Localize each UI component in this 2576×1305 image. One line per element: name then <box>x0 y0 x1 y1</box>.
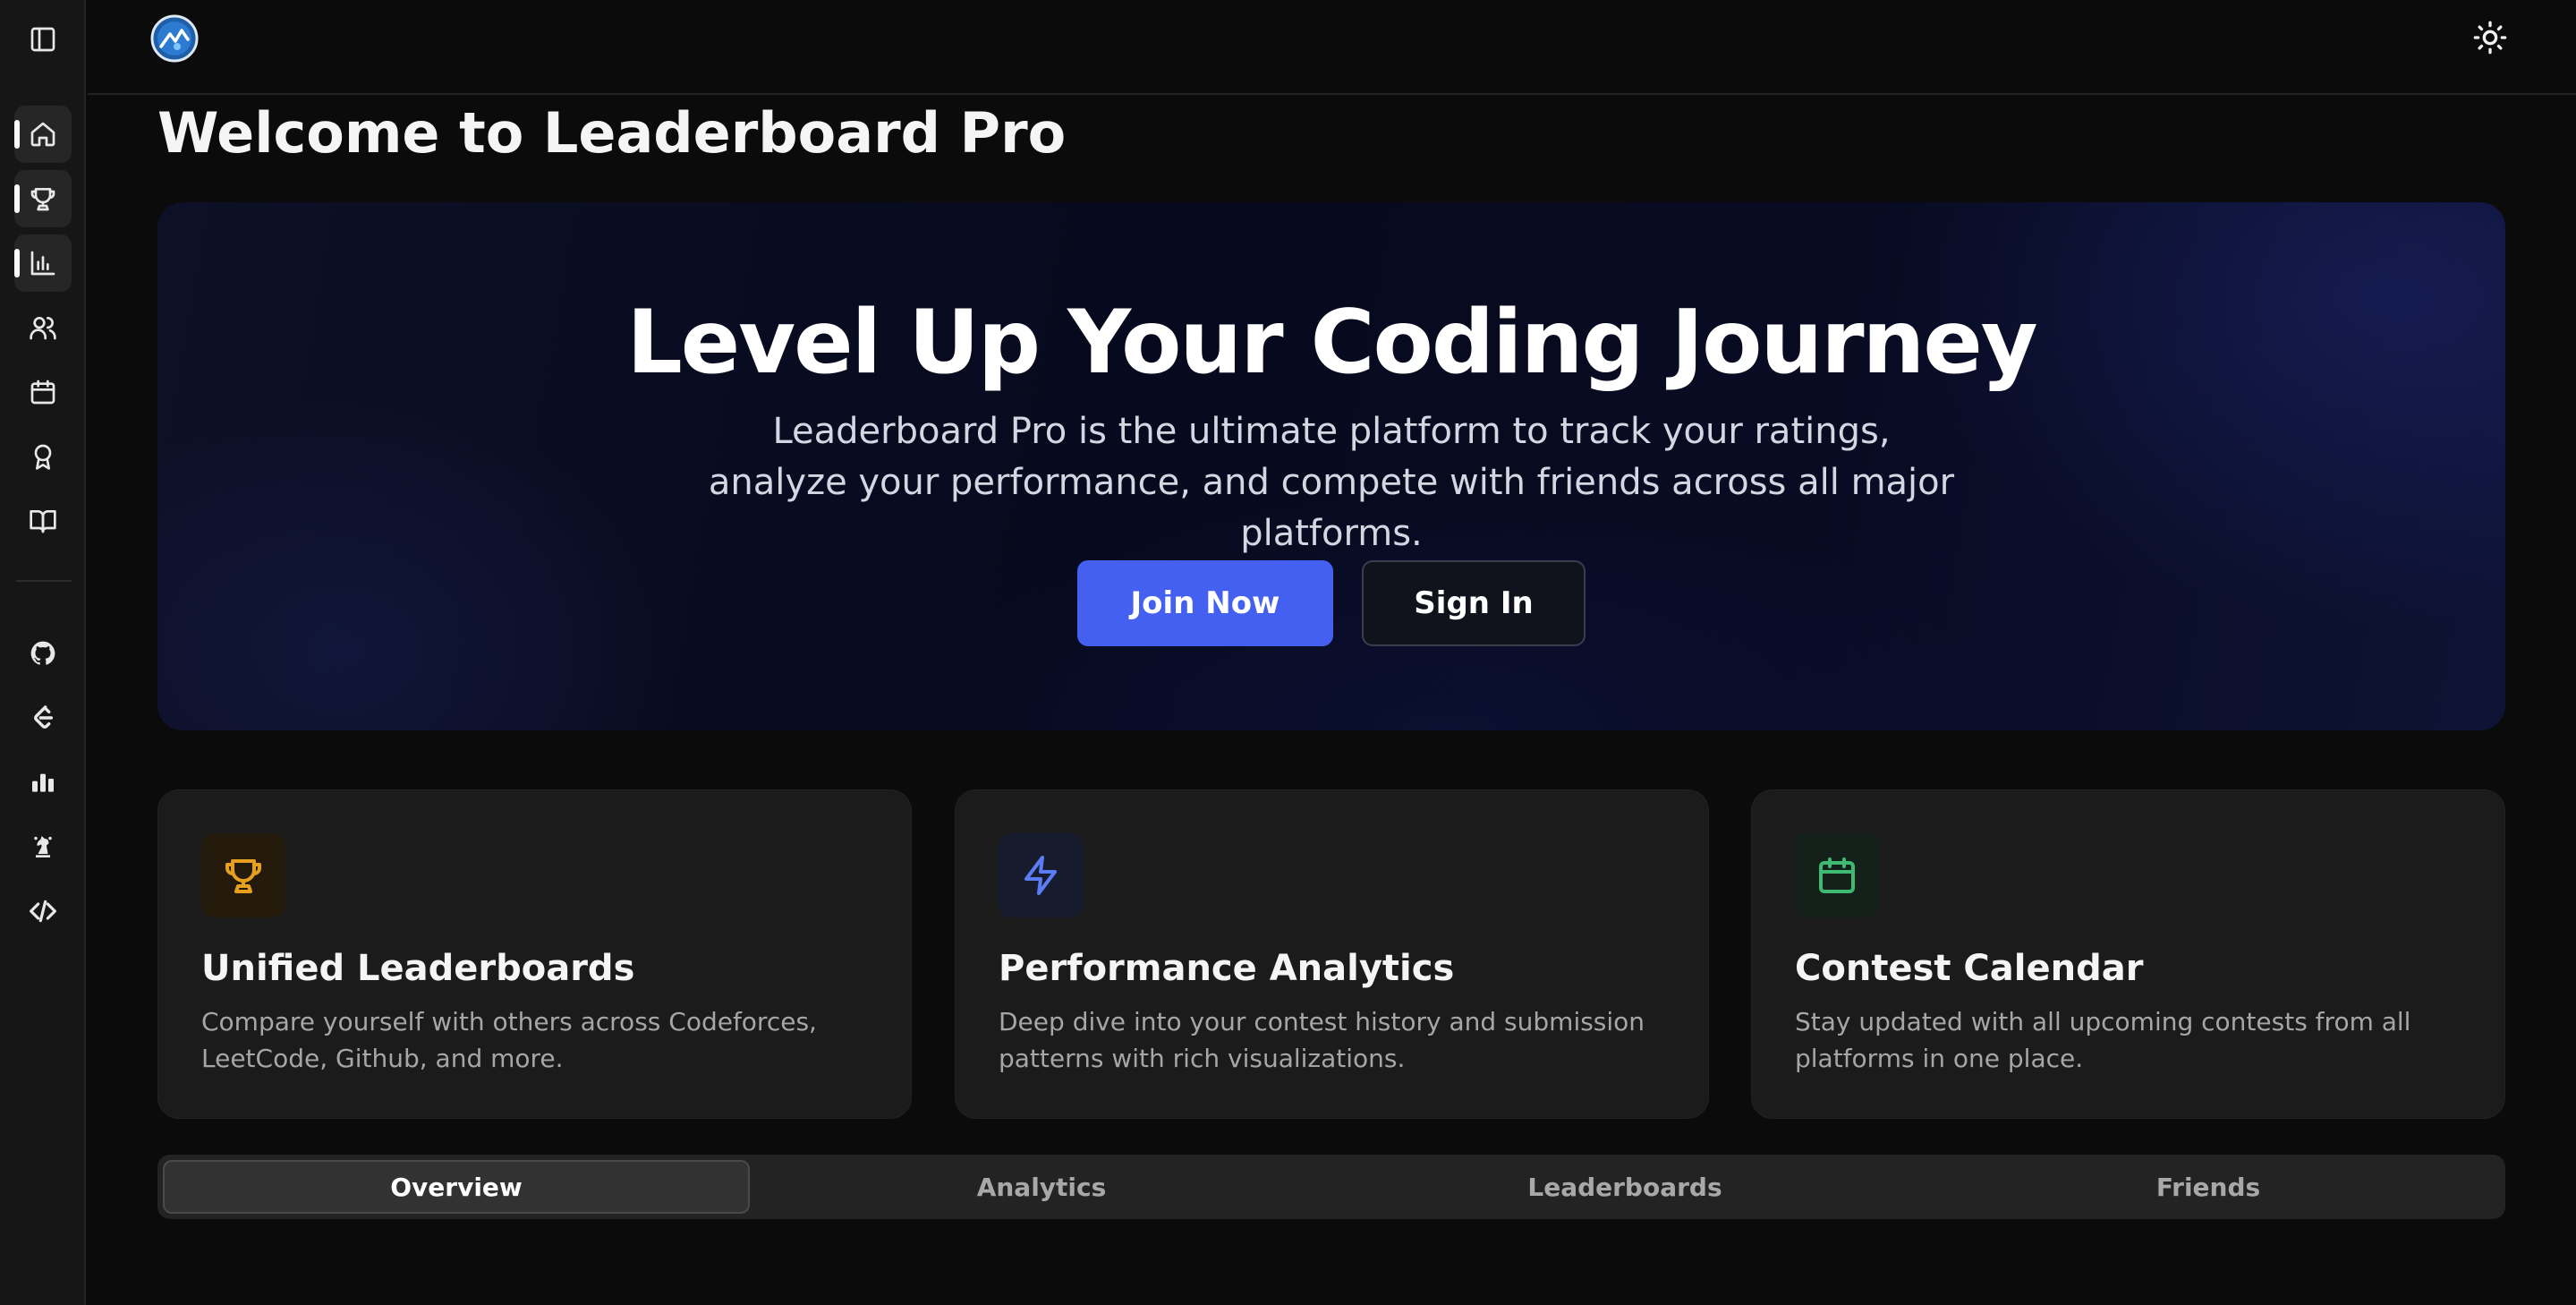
sidebar-item-codechef[interactable] <box>14 754 72 811</box>
sun-icon <box>2473 21 2507 55</box>
book-icon <box>30 510 56 533</box>
home-icon <box>30 122 55 147</box>
sidebar-toggle-button[interactable] <box>14 11 72 68</box>
sidebar-item-leetcode[interactable] <box>14 689 72 746</box>
chess-knight-icon <box>34 836 52 857</box>
sidebar-toggle-icon <box>30 27 55 52</box>
github-icon <box>30 641 55 665</box>
calendar-icon <box>1819 857 1855 893</box>
tab-leaderboards[interactable]: Leaderboards <box>1333 1160 1917 1214</box>
sidebar-item-codeforces[interactable] <box>14 883 72 940</box>
feature-card-calendar: Contest Calendar Stay updated with all u… <box>1751 789 2505 1119</box>
feature-title: Unified Leaderboards <box>201 948 635 989</box>
feature-card-leaderboards: Unified Leaderboards Compare yourself wi… <box>157 789 912 1119</box>
section-tabs: Overview Analytics Leaderboards Friends <box>157 1155 2505 1219</box>
sign-in-button[interactable]: Sign In <box>1362 560 1586 646</box>
feature-description: Compare yourself with others across Code… <box>201 1007 817 1073</box>
tab-overview[interactable]: Overview <box>163 1160 750 1214</box>
hero-subtitle: Leaderboard Pro is the ultimate platform… <box>708 411 1955 554</box>
app-logo[interactable] <box>150 14 199 63</box>
feature-icon-box <box>1795 833 1879 917</box>
feature-title: Performance Analytics <box>999 948 1455 989</box>
feature-title: Contest Calendar <box>1795 948 2144 989</box>
sidebar <box>0 0 86 1305</box>
feature-card-analytics: Performance Analytics Deep dive into you… <box>955 789 1709 1119</box>
code-icon <box>30 900 56 923</box>
sidebar-item-github[interactable] <box>14 625 72 682</box>
leetcode-icon <box>34 705 54 729</box>
calendar-icon <box>30 380 55 405</box>
zap-icon <box>1024 856 1057 895</box>
sidebar-item-leaderboards[interactable] <box>14 170 72 227</box>
sidebar-item-analytics[interactable] <box>14 235 72 292</box>
tab-friends[interactable]: Friends <box>1917 1160 2500 1214</box>
codechef-icon <box>32 773 54 792</box>
award-icon <box>34 444 52 470</box>
join-now-button[interactable]: Join Now <box>1077 560 1333 646</box>
theme-toggle-button[interactable] <box>2472 20 2508 55</box>
sidebar-item-chess[interactable] <box>14 818 72 875</box>
sidebar-item-docs[interactable] <box>14 492 72 550</box>
users-icon <box>30 317 56 340</box>
page-title: Welcome to Leaderboard Pro <box>157 100 1067 166</box>
sidebar-item-friends[interactable] <box>14 299 72 356</box>
feature-description: Deep dive into your contest history and … <box>999 1007 1645 1073</box>
feature-description: Stay updated with all upcoming contests … <box>1795 1007 2411 1073</box>
tab-analytics[interactable]: Analytics <box>750 1160 1333 1214</box>
trophy-icon <box>225 859 261 893</box>
sidebar-item-contests[interactable] <box>14 363 72 421</box>
feature-icon-box <box>999 833 1083 917</box>
sidebar-divider <box>16 580 72 582</box>
bar-chart-icon <box>30 251 55 276</box>
hero-title: Level Up Your Coding Journey <box>626 292 2037 394</box>
sidebar-item-achievements[interactable] <box>14 428 72 485</box>
trophy-icon <box>30 188 55 211</box>
top-bar <box>88 0 2576 95</box>
hero-banner: Level Up Your Coding Journey Leaderboard… <box>157 202 2505 730</box>
sidebar-item-home[interactable] <box>14 106 72 163</box>
feature-icon-box <box>201 833 285 917</box>
